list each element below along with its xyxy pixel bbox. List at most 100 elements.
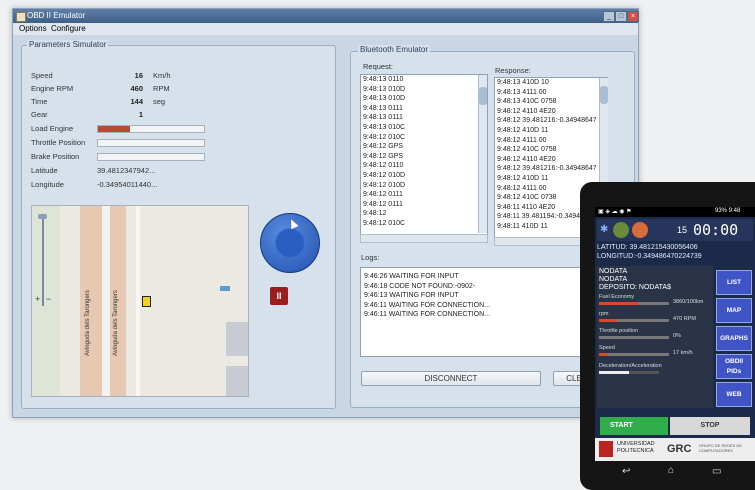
response-scroll-thumb[interactable]: [600, 86, 608, 104]
phone-longitude: LONGITUD:-0.349486470224739: [597, 253, 702, 260]
response-item[interactable]: 9:48:12 4111 00: [497, 136, 607, 146]
log-item[interactable]: 9:46:11 WAITING FOR CONNECTION...: [364, 301, 591, 311]
side-button-graphs[interactable]: GRAPHS: [716, 326, 752, 351]
request-item[interactable]: 9:48:12 010C: [363, 219, 487, 229]
request-item[interactable]: 9:48:13 010C: [363, 123, 487, 133]
start-button[interactable]: START: [600, 417, 668, 435]
rpm-label: Engine RPM: [31, 84, 74, 93]
notification-icons: ▣ ◈ ☁ ◉ ⚑: [598, 209, 632, 215]
gauge-bar: [599, 302, 669, 305]
map-view[interactable]: + − Avinguda dels Tarongers Avinguda del…: [31, 205, 249, 397]
bluetooth-icon: ✱: [600, 224, 609, 235]
gauge-value: 17 km/h: [673, 350, 693, 356]
request-item[interactable]: 9:48:12 010C: [363, 133, 487, 143]
menu-options[interactable]: Options: [19, 23, 47, 35]
log-item[interactable]: 9:46:18 CODE NOT FOUND:-0902-: [364, 282, 591, 292]
response-item[interactable]: 9:48:12 410C 0758: [497, 145, 607, 155]
request-item[interactable]: 9:48:13 0111: [363, 104, 487, 114]
throttle-bar[interactable]: [97, 139, 205, 147]
request-scroll-thumb[interactable]: [479, 87, 487, 105]
response-item[interactable]: 9:48:13 410C 0758: [497, 97, 607, 107]
request-item[interactable]: 9:48:12 0111: [363, 190, 487, 200]
response-item[interactable]: 9:48:13 410D 10: [497, 78, 607, 88]
gauge-fill: [599, 302, 638, 305]
log-item[interactable]: 9:46:11 WAITING FOR CONNECTION...: [364, 310, 591, 320]
nodata-2: NODATA: [599, 276, 628, 283]
latitude-value: 39.4812347942...: [97, 166, 156, 175]
response-item[interactable]: 9:48:12 39.481216:-0.34948647: [497, 116, 607, 126]
zoom-slider-thumb[interactable]: [38, 214, 47, 219]
counter-value: 15: [677, 225, 688, 235]
request-item[interactable]: 9:48:12 GPS: [363, 142, 487, 152]
brake-label: Brake Position: [31, 152, 80, 161]
logs-list[interactable]: 9:46:26 WAITING FOR INPUT 9:46:18 CODE NO…: [360, 267, 592, 357]
speed-label: Speed: [31, 71, 53, 80]
response-item[interactable]: 9:48:12 4110 4E20: [497, 155, 607, 165]
joystick-knob[interactable]: [275, 228, 305, 258]
side-button-obdii-pids[interactable]: OBDII PIDs: [716, 354, 752, 379]
zoom-out-button[interactable]: −: [46, 294, 51, 304]
emulator-window: OBD II Emulator _ □ × Options Configure …: [12, 8, 639, 418]
menu-configure[interactable]: Configure: [51, 23, 86, 35]
response-item[interactable]: 9:48:12 4110 4E20: [497, 107, 607, 117]
request-scrollbar[interactable]: [478, 75, 487, 233]
response-label: Response:: [495, 66, 531, 75]
nodata-1: NODATA: [599, 268, 628, 275]
request-item[interactable]: 9:48:12 010D: [363, 181, 487, 191]
back-icon[interactable]: ↩: [622, 466, 630, 477]
zoom-in-button[interactable]: +: [35, 294, 40, 304]
side-button-web[interactable]: WEB: [716, 382, 752, 407]
phone-screen: ▣ ◈ ☁ ◉ ⚑ 93% 9:48 ✱ 15 00:00 LATITUD: 3…: [595, 207, 755, 461]
map-building: [226, 322, 248, 356]
request-item[interactable]: 9:48:12 0110: [363, 161, 487, 171]
maximize-button[interactable]: □: [615, 11, 627, 22]
street-label: Avinguda dels Tarongers: [113, 290, 119, 356]
title-bar: OBD II Emulator _ □ ×: [13, 9, 639, 23]
request-item[interactable]: 9:48:13 0110: [363, 75, 487, 85]
wifi-icon: [613, 222, 629, 238]
gear-value: 1: [138, 110, 143, 119]
stop-button[interactable]: II: [270, 287, 288, 305]
request-list[interactable]: 9:48:13 0110 9:48:13 010D 9:48:13 010D 9:48…: [360, 74, 488, 236]
request-item[interactable]: 9:48:13 010D: [363, 94, 487, 104]
deposito-label: DEPOSITO: NODATA$: [599, 284, 671, 291]
map-poi-icon: [220, 286, 230, 291]
recent-apps-icon[interactable]: ▭: [712, 466, 721, 477]
home-icon[interactable]: ⌂: [668, 465, 674, 476]
gauge-value: 0%: [673, 333, 681, 339]
time-label: Time: [31, 97, 48, 106]
log-item[interactable]: 9:46:26 WAITING FOR INPUT: [364, 272, 591, 282]
request-item[interactable]: 9:48:12 0111: [363, 200, 487, 210]
disconnect-button[interactable]: DISCONNECT: [361, 371, 541, 386]
response-item[interactable]: 9:48:13 4111 00: [497, 88, 607, 98]
side-button-map[interactable]: MAP: [716, 298, 752, 323]
request-item[interactable]: 9:48:13 010D: [363, 85, 487, 95]
log-item[interactable]: 9:46:13 WAITING FOR INPUT: [364, 291, 591, 301]
close-button[interactable]: ×: [627, 11, 639, 22]
load-engine-bar[interactable]: [97, 125, 205, 133]
phone-latitude: LATITUD: 39.481215430056406: [597, 244, 698, 251]
response-item[interactable]: 9:48:12 39.481216:-0.34948647: [497, 164, 607, 174]
minimize-button[interactable]: _: [603, 11, 615, 22]
response-item[interactable]: 9:48:12 410D 11: [497, 126, 607, 136]
request-item[interactable]: 9:48:12 GPS: [363, 152, 487, 162]
zoom-slider-track[interactable]: [42, 216, 44, 306]
brake-bar[interactable]: [97, 153, 205, 161]
gauge-fill: [599, 319, 617, 322]
gauge-label: Fuel Economy: [599, 294, 635, 300]
request-hscroll[interactable]: [360, 234, 488, 243]
request-item[interactable]: 9:48:13 0111: [363, 113, 487, 123]
gauge-bar: [599, 353, 669, 356]
side-button-list[interactable]: LIST: [716, 270, 752, 295]
gauge-label: rpm: [599, 311, 609, 317]
gauge-fill: [599, 353, 608, 356]
request-item[interactable]: 9:48:12: [363, 209, 487, 219]
gauge-bar: [599, 319, 669, 322]
car-marker-icon: [142, 296, 151, 307]
speed-unit: Km/h: [153, 71, 171, 80]
menu-bar: Options Configure: [13, 23, 638, 35]
request-item[interactable]: 9:48:12 010D: [363, 171, 487, 181]
map-median: [102, 206, 110, 396]
rpm-value: 460: [130, 84, 143, 93]
stop-button-phone[interactable]: STOP: [670, 417, 750, 435]
